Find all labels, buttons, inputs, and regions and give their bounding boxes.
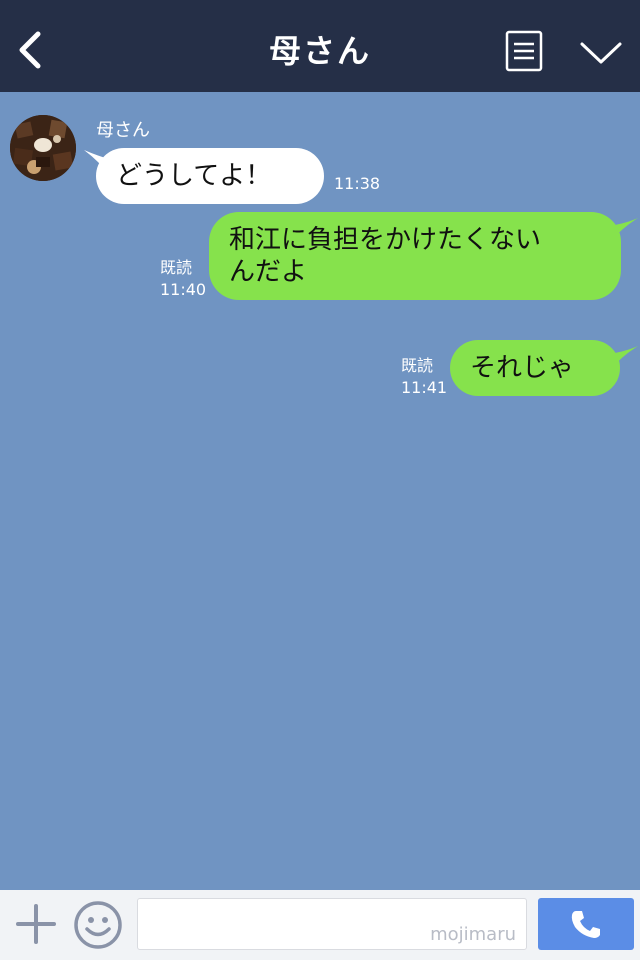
menu-list-icon[interactable] (505, 30, 543, 72)
message-time: 11:38 (334, 174, 381, 193)
plus-icon[interactable] (14, 902, 58, 946)
message-time: 11:40 (160, 280, 207, 299)
message-bubble-outgoing[interactable]: それじゃ (450, 340, 620, 396)
chat-header: 母さん (0, 0, 640, 92)
outgoing-bubble-tail (608, 218, 638, 242)
message-text-line-1: 和江に負担をかけたくない (229, 225, 542, 255)
sender-avatar[interactable] (10, 115, 76, 181)
phone-icon (571, 911, 600, 938)
chat-area[interactable]: 母さん どうしてよ！ 11:38 和江に負担をかけたくない んだよ 既読 11:… (0, 92, 640, 890)
outgoing-bubble-tail (608, 346, 638, 370)
message-read-status: 既読 (160, 258, 193, 277)
emoji-icon[interactable] (73, 900, 123, 950)
call-button[interactable] (538, 898, 634, 950)
message-input[interactable]: mojimaru (137, 898, 527, 950)
message-text: それじゃ (470, 353, 575, 383)
message-read-status: 既読 (401, 356, 434, 375)
chat-title: 母さん (268, 32, 371, 70)
message-time: 11:41 (401, 378, 448, 397)
message-bubble-outgoing[interactable]: 和江に負担をかけたくない んだよ (209, 212, 621, 300)
chevron-down-icon[interactable] (578, 38, 624, 68)
sender-name: 母さん (96, 120, 150, 141)
chocolate-avatar-image (10, 115, 76, 181)
message-bubble-incoming[interactable]: どうしてよ！ (96, 148, 324, 204)
message-text: どうしてよ！ (116, 161, 272, 191)
message-text-line-2: んだよ (229, 257, 308, 287)
input-watermark: mojimaru (430, 924, 516, 945)
